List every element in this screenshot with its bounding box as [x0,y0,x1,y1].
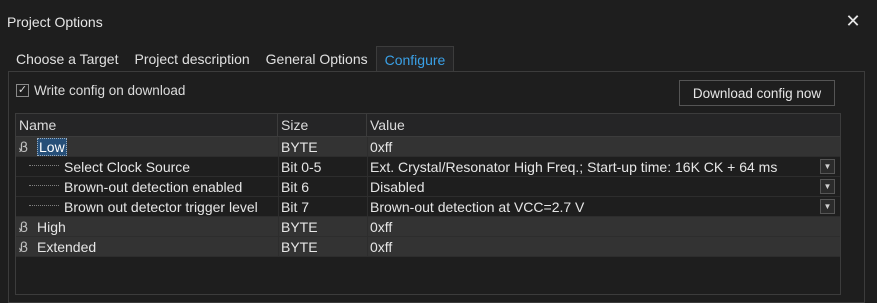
download-config-button[interactable]: Download config now [679,80,835,106]
row-name: Low [37,138,67,156]
tree-connector [29,184,59,186]
table-row-high[interactable]: Ᏸ High BYTE 0xff [16,217,840,237]
row-name: Brown-out detection enabled [64,179,243,195]
row-size: Bit 6 [281,179,310,195]
row-size: BYTE [281,239,318,255]
write-config-option[interactable]: ✓ Write config on download [16,83,185,98]
close-icon[interactable]: ✕ [842,10,864,32]
table-row-extended[interactable]: Ᏸ Extended BYTE 0xff [16,237,840,257]
tree-connector [29,164,59,166]
row-size: BYTE [281,139,318,155]
tree-connector [29,204,59,206]
table-row-bod-level[interactable]: Brown out detector trigger level Bit 7 B… [16,197,840,217]
register-icon[interactable]: Ᏸ [19,238,33,257]
register-icon[interactable]: Ᏸ [19,218,33,237]
row-name: High [37,219,66,235]
row-name: Select Clock Source [64,159,191,175]
row-value-select[interactable]: Ext. Crystal/Resonator High Freq.; Start… [370,157,822,177]
row-value-select[interactable]: Brown-out detection at VCC=2.7 V [370,197,822,217]
column-header-size[interactable]: Size [278,114,367,136]
table-header: Name Size Value [16,114,840,137]
chevron-down-icon[interactable]: ▼ [820,199,835,214]
table-row-clock-source[interactable]: Select Clock Source Bit 0-5 Ext. Crystal… [16,157,840,177]
row-size: BYTE [281,219,318,235]
tab-bar: Choose a Target Project description Gene… [8,46,455,72]
chevron-down-icon[interactable]: ▼ [820,179,835,194]
row-size: Bit 0-5 [281,159,322,175]
tab-general-options[interactable]: General Options [258,46,376,72]
column-header-name[interactable]: Name [16,114,278,136]
table-row-bod-enabled[interactable]: Brown-out detection enabled Bit 6 Disabl… [16,177,840,197]
row-value[interactable]: 0xff [370,137,822,157]
write-config-checkbox[interactable]: ✓ [16,84,29,97]
row-size: Bit 7 [281,199,310,215]
write-config-label: Write config on download [34,83,186,98]
title-bar: Project Options ✕ [0,0,877,44]
tab-configure[interactable]: Configure [375,46,455,72]
window-title: Project Options [7,14,103,30]
tab-choose-target[interactable]: Choose a Target [8,46,126,72]
row-value[interactable]: 0xff [370,237,822,257]
table-row-low[interactable]: Ᏸ Low BYTE 0xff [16,137,840,157]
row-value-select[interactable]: Disabled [370,177,822,197]
row-name: Extended [37,239,97,255]
row-name: Brown out detector trigger level [64,199,258,215]
column-header-value[interactable]: Value [367,114,840,136]
chevron-down-icon[interactable]: ▼ [820,159,835,174]
tab-project-description[interactable]: Project description [126,46,257,72]
config-table: Name Size Value Ᏸ Low BYTE 0xff Select Cl… [15,113,841,295]
row-value[interactable]: 0xff [370,217,822,237]
register-icon[interactable]: Ᏸ [19,138,33,157]
